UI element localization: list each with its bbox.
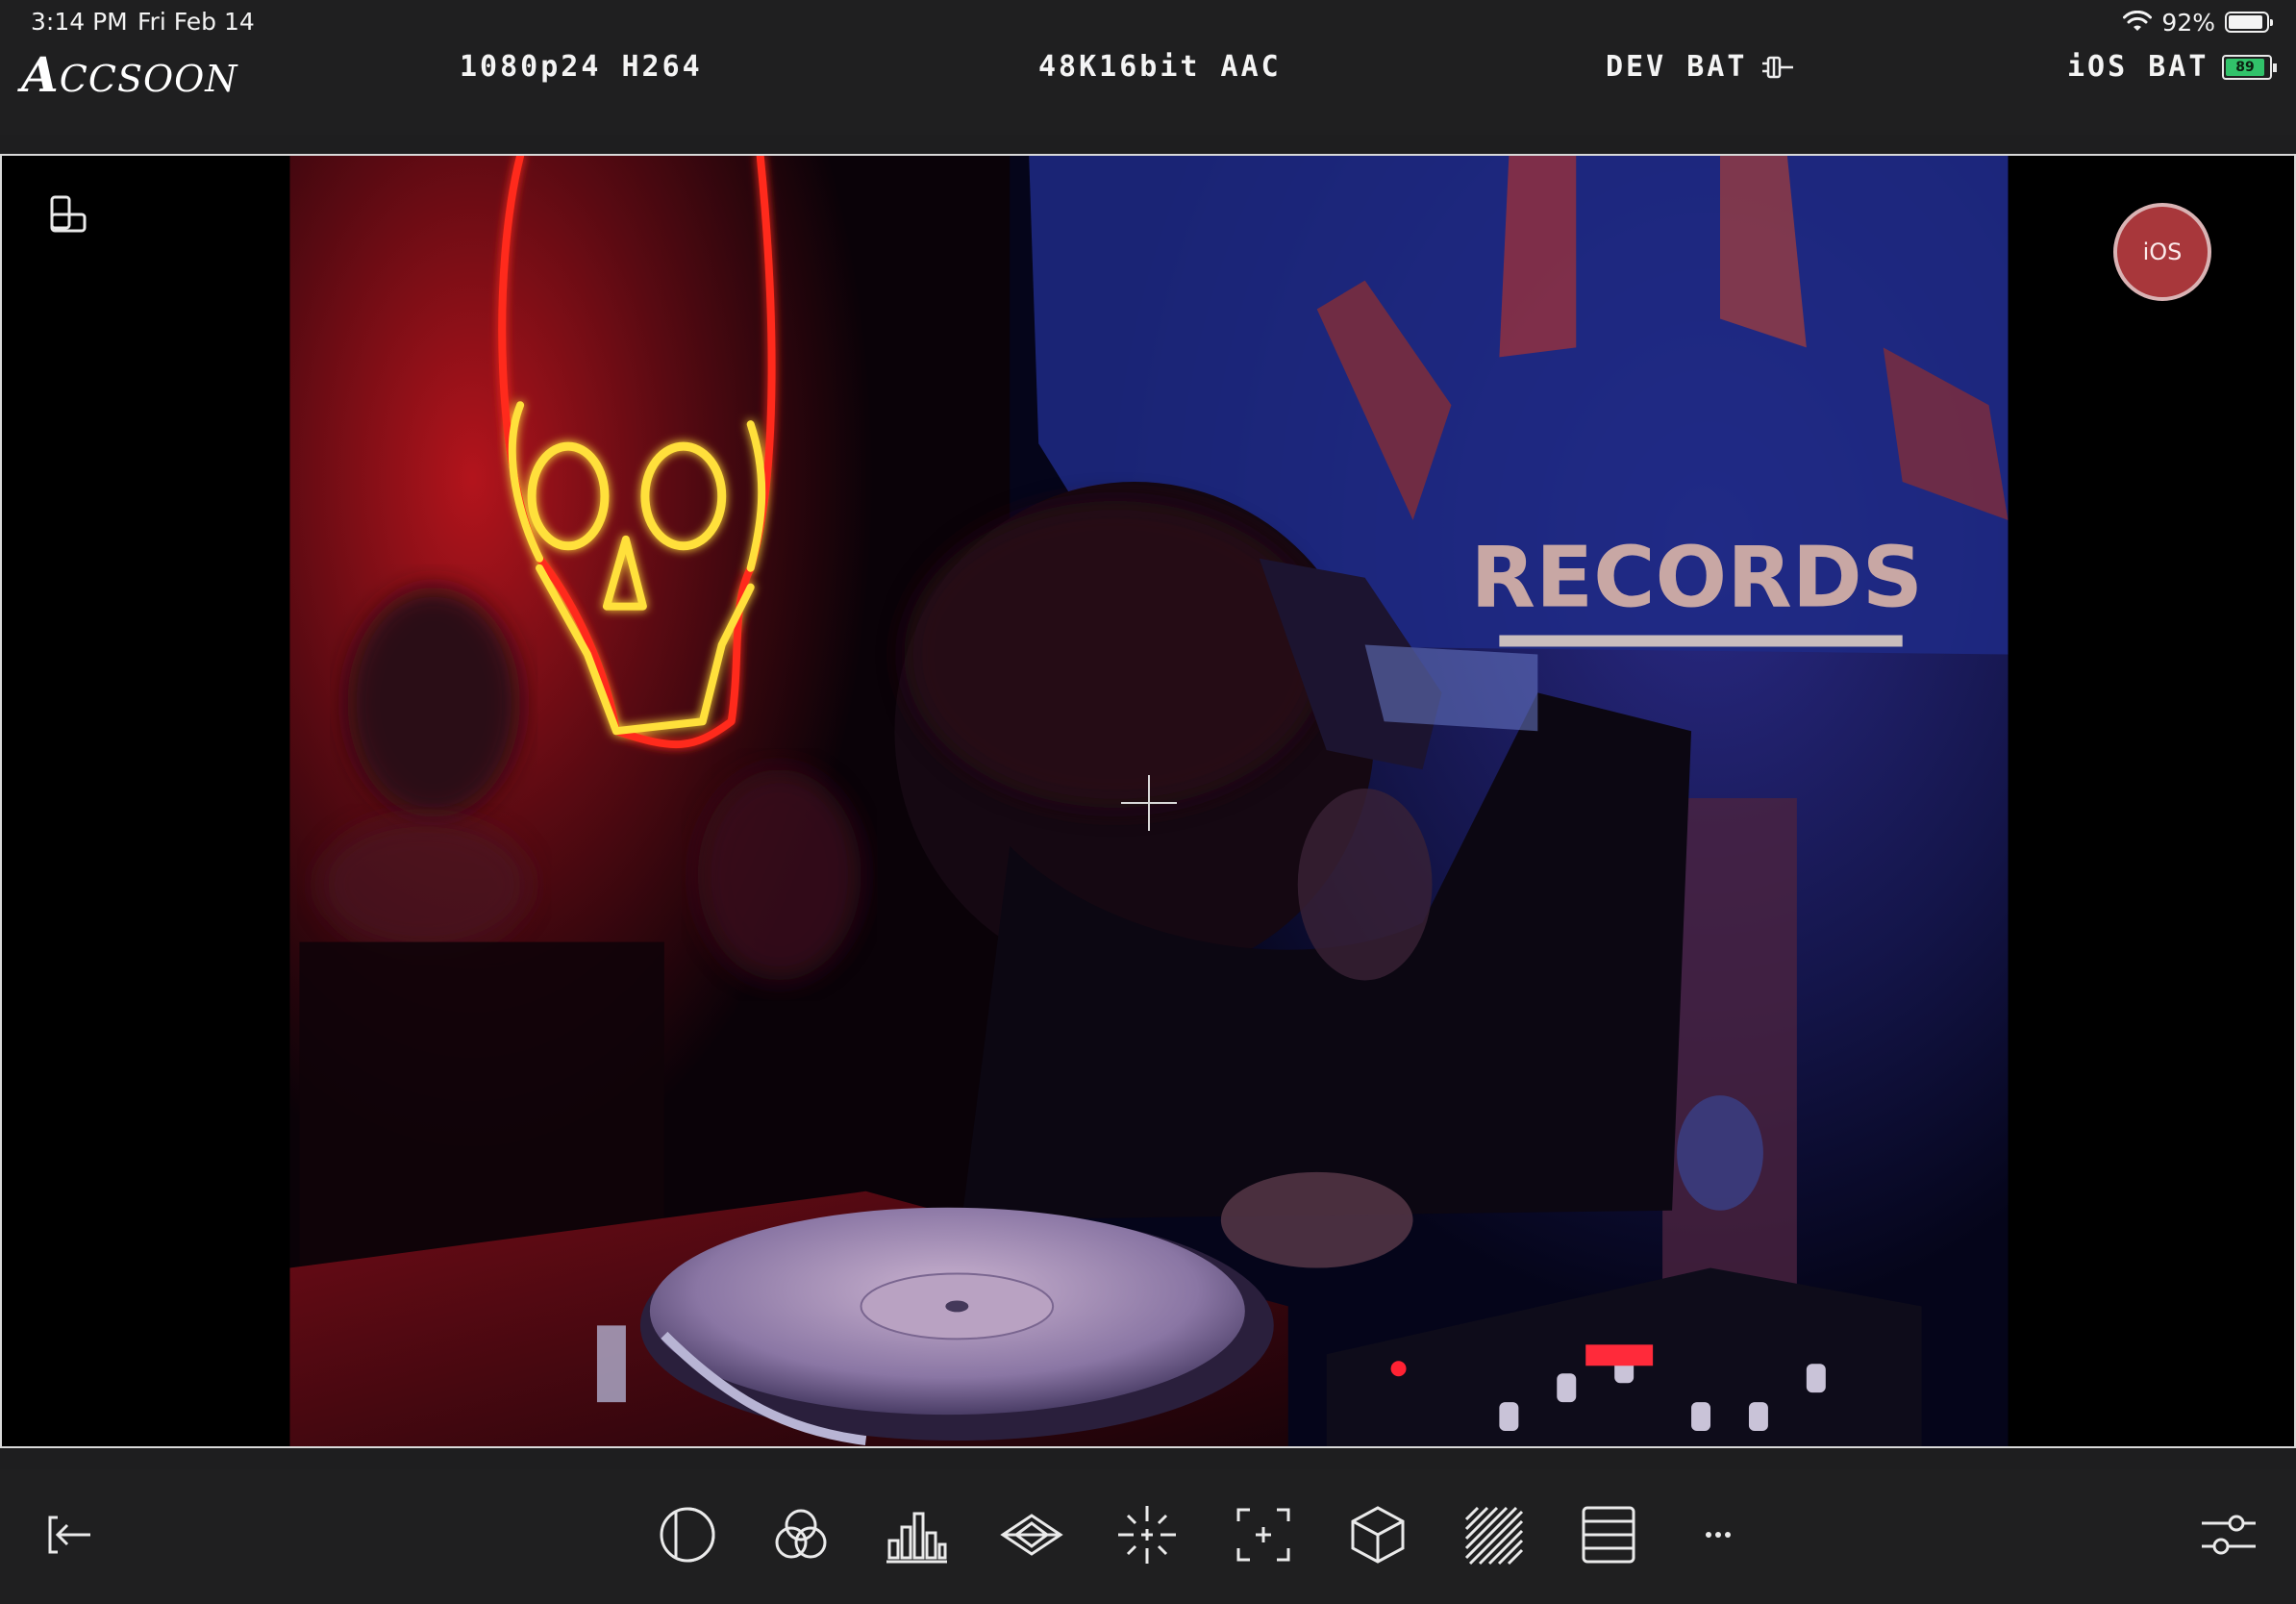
focus-peaking-button[interactable]	[1111, 1498, 1184, 1571]
battery-level-fill	[2229, 15, 2262, 29]
vectorscope-button[interactable]	[995, 1498, 1068, 1571]
false-color-button[interactable]	[651, 1498, 724, 1571]
more-button[interactable]	[1682, 1498, 1755, 1571]
settings-button[interactable]	[2192, 1498, 2265, 1571]
histogram-icon	[886, 1512, 947, 1564]
audio-format-readout: 48K16bit AAC	[1038, 50, 1282, 84]
records-sign-text: RECORDS	[1470, 529, 1923, 627]
battery-icon	[2225, 12, 2273, 33]
zebra-icon	[1464, 1506, 1524, 1566]
device-battery-indicator: DEV BAT	[1606, 50, 1797, 84]
false-color-icon	[660, 1507, 715, 1563]
battery-percent: 92%	[2161, 8, 2215, 37]
rgb-parade-button[interactable]	[764, 1498, 837, 1571]
more-icon	[1706, 1532, 1731, 1538]
frame-guide-button[interactable]	[1227, 1498, 1300, 1571]
exit-button[interactable]	[33, 1498, 106, 1571]
video-preview[interactable]: RECORDS iOS	[0, 154, 2296, 1448]
center-crosshair-icon	[1121, 775, 1177, 831]
status-right-group: 92%	[2123, 8, 2273, 37]
bottom-toolbar	[0, 1469, 2296, 1604]
frame-guide-icon	[1236, 1508, 1290, 1562]
waveform-icon	[1582, 1506, 1635, 1564]
power-plug-icon	[1762, 56, 1794, 78]
ios-record-button[interactable]: iOS	[2113, 203, 2211, 301]
settings-sliders-icon	[2202, 1515, 2256, 1555]
exit-icon	[48, 1516, 90, 1554]
accsoon-logo: ACCSOON	[21, 46, 238, 103]
histogram-button[interactable]	[880, 1498, 953, 1571]
ios-bat-label: iOS BAT	[2067, 50, 2209, 84]
status-time: 3:14 PM	[31, 8, 128, 36]
lut-cube-icon	[1351, 1506, 1405, 1564]
rgb-parade-icon	[775, 1509, 827, 1559]
ios-battery-indicator: iOS BAT 89	[2067, 50, 2278, 84]
ios-bat-icon: 89	[2222, 54, 2278, 80]
status-date: Fri Feb 14	[137, 8, 255, 36]
wifi-icon	[2123, 11, 2153, 31]
lut-button[interactable]	[1341, 1498, 1414, 1571]
focus-peaking-icon	[1118, 1506, 1176, 1564]
waveform-button[interactable]	[1572, 1498, 1645, 1571]
ios-status-bar: 3:14 PM Fri Feb 14 92%	[0, 0, 2296, 44]
top-info-bar: 3:14 PM Fri Feb 14 92% ACCSOON 1080p24 H…	[0, 0, 2296, 135]
video-format-readout: 1080p24 H264	[460, 50, 703, 84]
zebra-button[interactable]	[1457, 1498, 1530, 1571]
rotate-screen-icon[interactable]	[48, 194, 90, 237]
dev-bat-label: DEV BAT	[1606, 50, 1748, 84]
ios-bat-value: 89	[2226, 58, 2264, 76]
vectorscope-icon	[1000, 1514, 1063, 1556]
